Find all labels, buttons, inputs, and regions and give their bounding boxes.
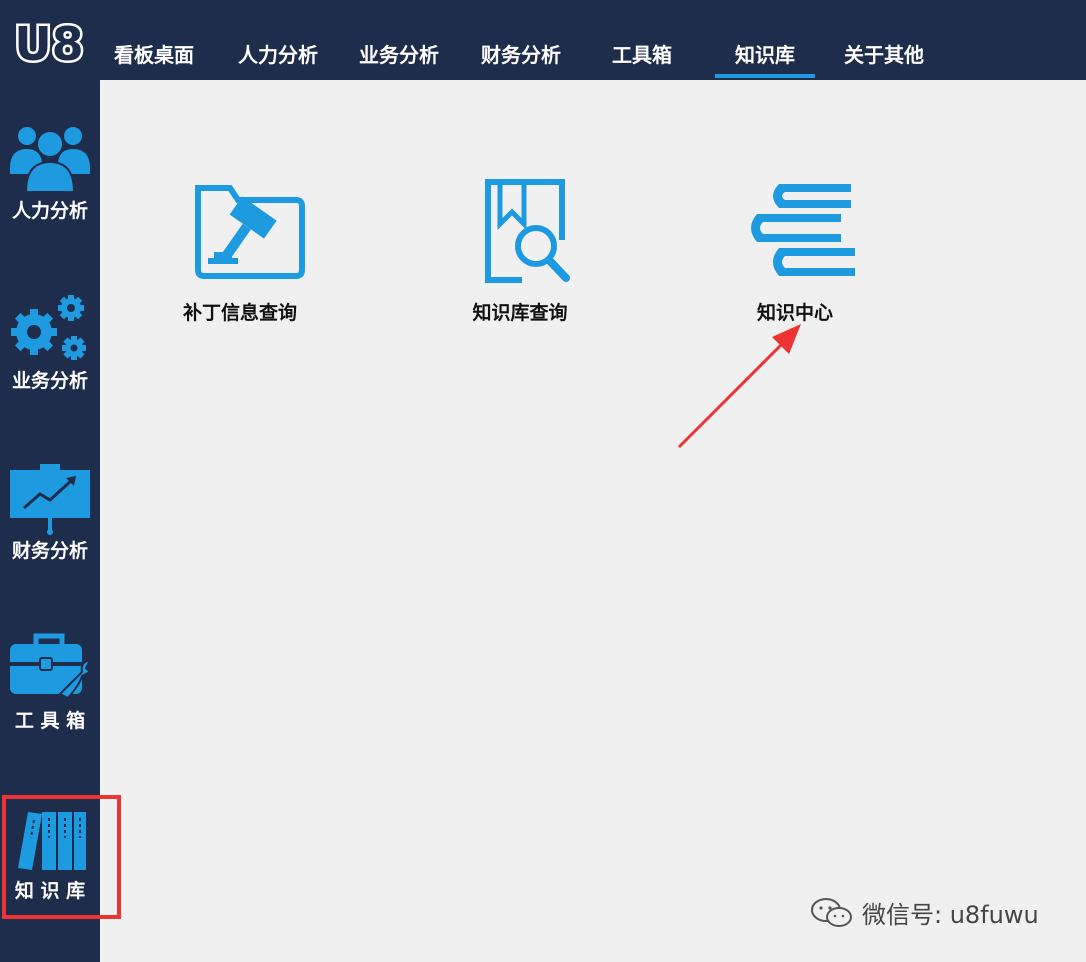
sidebar-item-label: 业务分析	[11, 370, 88, 392]
tab-business-analysis[interactable]: 业务分析	[357, 38, 441, 80]
book-search-icon	[485, 179, 570, 283]
tile-knowledge-base-query[interactable]: 知识库查询	[435, 178, 605, 348]
content-area: 补丁信息查询 知识库查询 知识中心	[100, 80, 1086, 962]
tab-dashboard[interactable]: 看板桌面	[112, 38, 196, 80]
sidebar-item-label: 工 具 箱	[14, 710, 86, 732]
toolbox-icon	[10, 633, 90, 700]
tab-about-other[interactable]: 关于其他	[842, 38, 926, 80]
hammer-folder-icon	[195, 185, 305, 279]
chart-board-icon	[10, 464, 90, 535]
sidebar-item-label: 财务分析	[11, 540, 88, 562]
tab-hr-analysis[interactable]: 人力分析	[236, 38, 320, 80]
tab-finance-analysis[interactable]: 财务分析	[479, 38, 563, 80]
tab-knowledge-base[interactable]: 知识库	[715, 38, 815, 80]
tile-patch-info-query[interactable]: 补丁信息查询	[155, 178, 325, 348]
top-nav-bar: U8 看板桌面 人力分析 业务分析 财务分析 工具箱 知识库 关于其他	[0, 0, 1086, 80]
svg-text:U8: U8	[14, 17, 83, 68]
sidebar-item-business-analysis[interactable]: 业务分析	[0, 292, 100, 442]
sidebar-item-finance-analysis[interactable]: 财务分析	[0, 462, 100, 612]
tab-toolbox[interactable]: 工具箱	[610, 38, 674, 80]
u8-logo: U8	[12, 16, 86, 68]
tile-label: 知识库查询	[472, 302, 568, 324]
sidebar-item-label: 人力分析	[11, 200, 88, 222]
people-icon	[10, 127, 90, 193]
tile-knowledge-center[interactable]: 知识中心	[710, 178, 880, 348]
tile-label: 知识中心	[756, 302, 833, 324]
tile-label: 补丁信息查询	[182, 302, 297, 324]
book-stack-icon	[751, 184, 855, 276]
sidebar-item-hr-analysis[interactable]: 人力分析	[0, 122, 100, 272]
wechat-icon	[811, 898, 852, 927]
gears-icon	[11, 295, 86, 360]
sidebar-item-toolbox[interactable]: 工 具 箱	[0, 632, 100, 782]
watermark-text: 微信号: u8fuwu	[862, 901, 1039, 929]
